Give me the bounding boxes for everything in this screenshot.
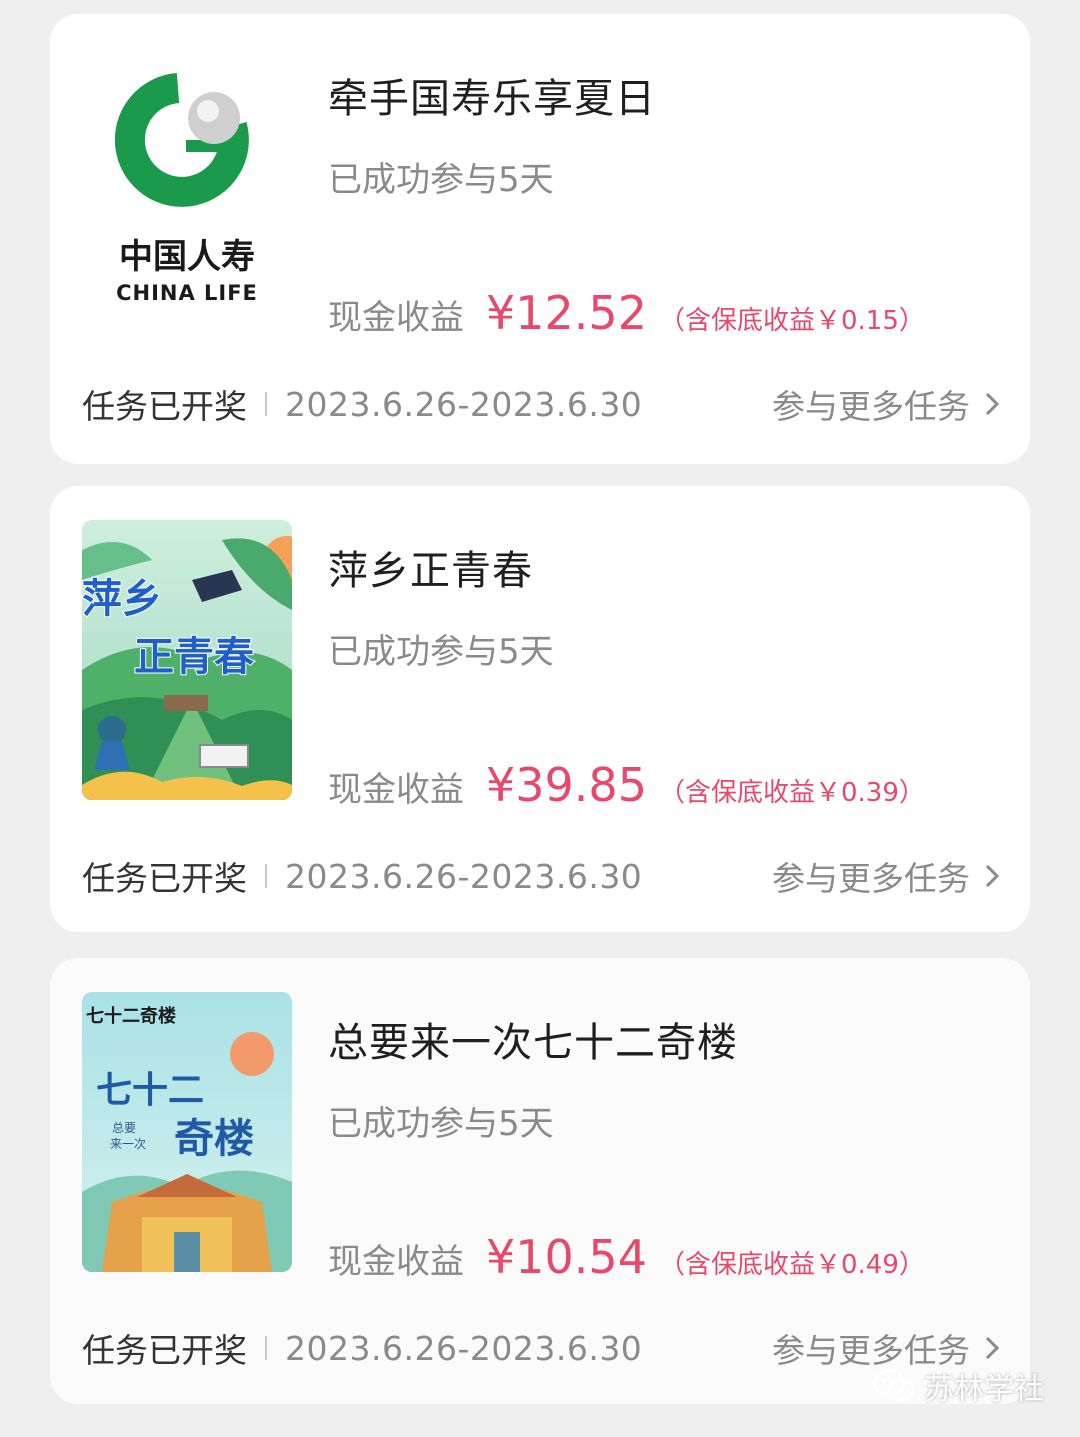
footer-divider — [265, 864, 267, 888]
earnings-note: （含保底收益￥0.49） — [658, 1250, 925, 1280]
task-dates: 2023.6.26-2023.6.30 — [285, 1328, 643, 1368]
earnings-label: 现金收益 — [328, 1242, 464, 1282]
poster-text-towers: 奇楼 — [174, 1115, 254, 1162]
logo-cn-text: 中国人寿 — [119, 237, 255, 277]
task-title: 牵手国寿乐享夏日 — [328, 76, 656, 122]
seventy-two-towers-poster-image: 七十二奇楼 七十二 奇楼 总要 来一次 — [82, 992, 292, 1272]
earnings-row: 现金收益 ¥10.54 （含保底收益￥0.49） — [328, 1230, 925, 1294]
earnings-row: 现金收益 ¥39.85 （含保底收益￥0.39） — [328, 758, 925, 822]
participation-days: 已成功参与5天 — [328, 1104, 554, 1144]
footer-divider — [265, 392, 267, 416]
pingxiang-poster-image: 萍乡 正青春 — [82, 520, 292, 800]
wechat-icon — [872, 1369, 915, 1402]
poster-text-always: 总要 — [112, 1121, 136, 1135]
card-footer: 任务已开奖 2023.6.26-2023.6.30 参与更多任务 — [82, 1324, 1000, 1372]
poster-text-once: 来一次 — [110, 1137, 146, 1151]
participation-days: 已成功参与5天 — [328, 632, 554, 672]
earnings-note: （含保底收益￥0.15） — [658, 306, 925, 336]
more-tasks-link[interactable]: 参与更多任务 — [772, 852, 1000, 900]
chevron-right-icon — [985, 392, 1000, 416]
more-tasks-link[interactable]: 参与更多任务 — [772, 380, 1000, 428]
task-card-72-towers[interactable]: 七十二奇楼 七十二 奇楼 总要 来一次 总要来一次七十二奇楼 已成功参与5天 现… — [50, 958, 1030, 1404]
watermark: 苏林学社 — [872, 1364, 1044, 1408]
participation-days: 已成功参与5天 — [328, 160, 554, 200]
more-tasks-label: 参与更多任务 — [772, 859, 970, 898]
watermark-text: 苏林学社 — [924, 1372, 1044, 1407]
earnings-amount: ¥39.85 — [486, 758, 647, 812]
footer-divider — [265, 1336, 267, 1360]
earnings-label: 现金收益 — [328, 298, 464, 338]
task-title: 萍乡正青春 — [328, 548, 533, 594]
earnings-row: 现金收益 ¥12.52 （含保底收益￥0.15） — [328, 286, 925, 350]
task-card-china-life[interactable]: 中国人寿 CHINA LIFE 牵手国寿乐享夏日 已成功参与5天 现金收益 ¥1… — [50, 14, 1030, 464]
more-tasks-label: 参与更多任务 — [772, 387, 970, 426]
task-status: 任务已开奖 — [82, 1331, 247, 1370]
task-status: 任务已开奖 — [82, 859, 247, 898]
task-title: 总要来一次七十二奇楼 — [328, 1020, 738, 1066]
poster-corner-title: 七十二奇楼 — [86, 1005, 176, 1027]
card-footer: 任务已开奖 2023.6.26-2023.6.30 参与更多任务 — [82, 380, 1000, 428]
earnings-amount: ¥12.52 — [486, 286, 647, 340]
task-dates: 2023.6.26-2023.6.30 — [285, 856, 643, 896]
earnings-note: （含保底收益￥0.39） — [658, 778, 925, 808]
card-footer: 任务已开奖 2023.6.26-2023.6.30 参与更多任务 — [82, 852, 1000, 900]
chevron-right-icon — [985, 864, 1000, 888]
chevron-right-icon — [985, 1336, 1000, 1360]
poster-text-seventy-two: 七十二 — [96, 1069, 204, 1111]
earnings-label: 现金收益 — [328, 770, 464, 810]
task-status: 任务已开奖 — [82, 387, 247, 426]
logo-en-text: CHINA LIFE — [116, 281, 258, 305]
poster-text-pingxiang: 萍乡 — [82, 576, 162, 622]
china-life-logo: 中国人寿 CHINA LIFE — [82, 48, 292, 328]
task-card-pingxiang[interactable]: 萍乡 正青春 萍乡正青春 已成功参与5天 现金收益 ¥39.85 （含保底收益￥… — [50, 486, 1030, 932]
task-dates: 2023.6.26-2023.6.30 — [285, 384, 643, 424]
poster-text-youth: 正青春 — [134, 634, 254, 680]
earnings-amount: ¥10.54 — [486, 1230, 647, 1284]
